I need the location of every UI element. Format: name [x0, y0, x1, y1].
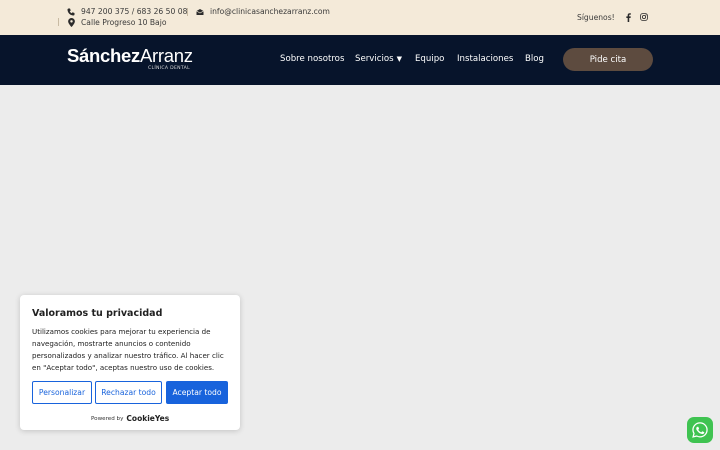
powered-by-label: Powered by [91, 415, 124, 422]
facebook-icon[interactable] [623, 12, 633, 22]
nav-equipo[interactable]: Equipo [415, 54, 444, 64]
cookie-consent-banner: Valoramos tu privacidad Utilizamos cooki… [20, 295, 240, 430]
whatsapp-chat-button[interactable] [687, 417, 713, 443]
top-info-bar: 947 200 375 / 683 26 50 08 info@clinicas… [0, 0, 720, 35]
email-info[interactable]: info@clinicasanchezarranz.com [196, 7, 330, 16]
address-info[interactable]: Calle Progreso 10 Bajo [67, 18, 166, 27]
divider [187, 8, 188, 16]
cookie-title: Valoramos tu privacidad [32, 308, 163, 319]
cookieyes-logo: CookieYes [126, 414, 170, 423]
instagram-icon[interactable] [639, 12, 649, 22]
nav-sobre-nosotros[interactable]: Sobre nosotros [280, 54, 344, 64]
location-pin-icon [67, 18, 75, 27]
logo-light-text: Arranz [139, 45, 193, 66]
email-text: info@clinicasanchezarranz.com [210, 7, 330, 16]
customize-button[interactable]: Personalizar [32, 381, 92, 404]
phone-icon [67, 8, 75, 16]
mail-icon [196, 8, 204, 16]
reject-all-button[interactable]: Rechazar todo [95, 381, 162, 404]
powered-by[interactable]: Powered by CookieYes [91, 414, 169, 423]
nav-servicios-label: Servicios [355, 54, 394, 64]
follow-label: Síguenos! [577, 13, 615, 22]
whatsapp-icon [691, 421, 709, 439]
divider [58, 18, 59, 26]
phone-info[interactable]: 947 200 375 / 683 26 50 08 [67, 7, 187, 16]
nav-blog[interactable]: Blog [525, 54, 544, 64]
logo-subtitle: CLÍNICA DENTAL [148, 66, 190, 71]
logo-bold-text: Sánchez [67, 45, 140, 66]
address-text: Calle Progreso 10 Bajo [81, 18, 167, 27]
cookie-description: Utilizamos cookies para mejorar tu exper… [32, 327, 224, 372]
nav-servicios[interactable]: Servicios ▼ [355, 54, 402, 64]
nav-instalaciones[interactable]: Instalaciones [457, 54, 513, 64]
phone-text: 947 200 375 / 683 26 50 08 [81, 7, 188, 16]
site-logo[interactable]: SánchezArranz CLÍNICA DENTAL [67, 45, 193, 72]
book-appointment-button[interactable]: Pide cita [563, 48, 653, 71]
main-navbar: SánchezArranz CLÍNICA DENTAL Sobre nosot… [0, 35, 720, 85]
chevron-down-icon: ▼ [396, 55, 402, 63]
accept-all-button[interactable]: Aceptar todo [166, 381, 228, 404]
